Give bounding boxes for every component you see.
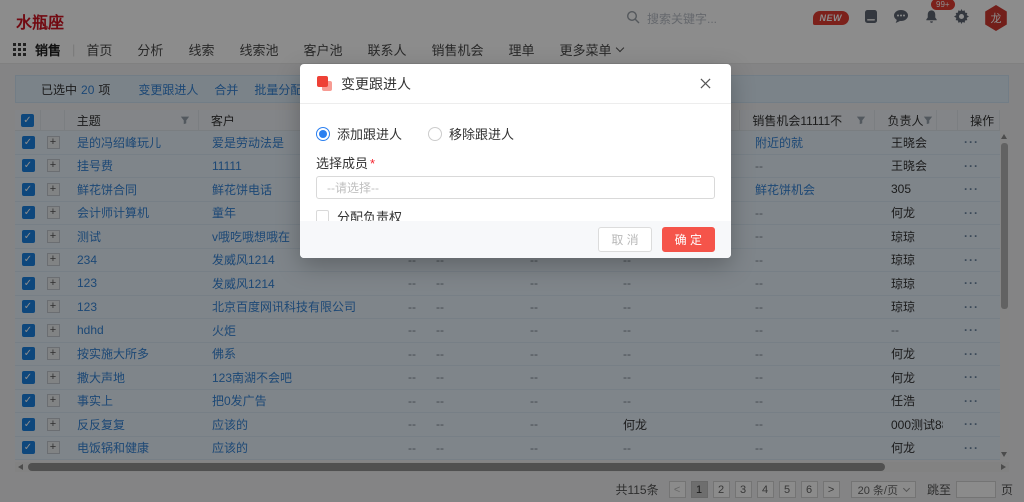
close-icon[interactable] — [697, 75, 714, 92]
member-select-placeholder: --请选择-- — [327, 179, 379, 196]
radio-remove-label: 移除跟进人 — [449, 124, 514, 143]
change-follower-icon — [317, 76, 332, 91]
member-label-text: 选择成员 — [316, 156, 368, 171]
radio-add-follower[interactable] — [316, 127, 330, 141]
cancel-button[interactable]: 取 消 — [598, 227, 651, 252]
required-mark: * — [370, 156, 375, 171]
radio-remove-follower[interactable] — [428, 127, 442, 141]
radio-add-label: 添加跟进人 — [337, 124, 402, 143]
modal-title: 变更跟进人 — [341, 74, 411, 94]
modal-header: 变更跟进人 — [300, 64, 731, 104]
confirm-button[interactable]: 确 定 — [662, 227, 715, 252]
modal-body: 添加跟进人 移除跟进人 选择成员* --请选择-- 分配负责权 — [300, 104, 731, 226]
member-select[interactable]: --请选择-- — [316, 176, 715, 199]
member-field-label: 选择成员* — [316, 153, 715, 172]
change-follower-modal: 变更跟进人 添加跟进人 移除跟进人 选择成员* --请选择-- 分配负责权 取 … — [300, 64, 731, 258]
modal-footer: 取 消 确 定 — [300, 221, 731, 258]
follower-mode-radio-group: 添加跟进人 移除跟进人 — [316, 124, 715, 143]
